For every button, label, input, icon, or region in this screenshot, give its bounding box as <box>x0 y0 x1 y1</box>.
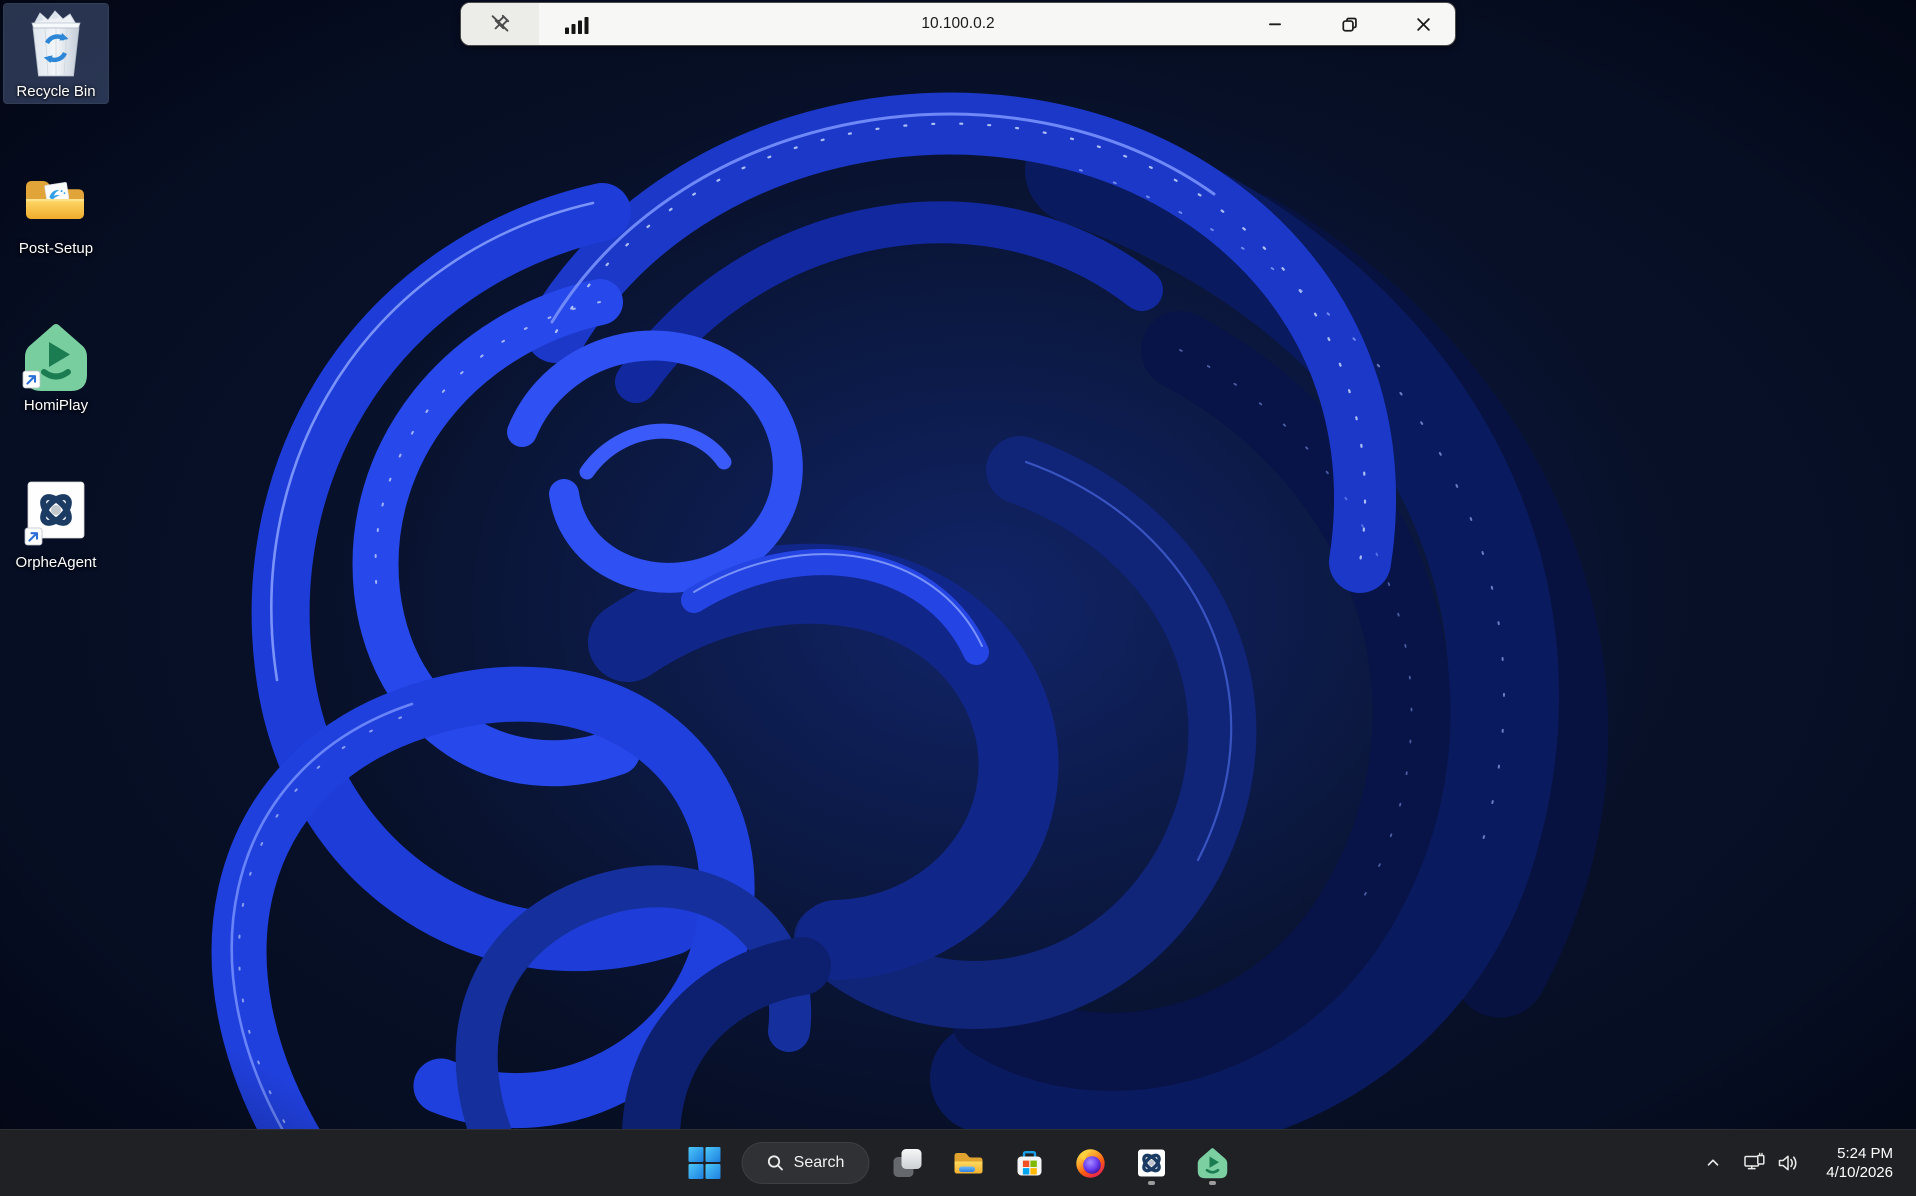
system-tray-status-button[interactable] <box>1736 1142 1807 1184</box>
orphe-agent-icon <box>1134 1146 1168 1180</box>
wallpaper-bloom-graphic <box>0 0 1916 1196</box>
task-view-button[interactable] <box>884 1140 931 1187</box>
pin-slash-icon <box>488 12 512 36</box>
desktop-icon-orpheagent[interactable]: OrpheAgent <box>4 475 108 574</box>
clock-tray-button[interactable]: 5:24 PM 4/10/2026 <box>1813 1142 1906 1184</box>
start-button[interactable] <box>681 1140 728 1187</box>
tray-time: 5:24 PM <box>1826 1144 1893 1164</box>
minimize-button[interactable] <box>1253 9 1297 39</box>
volume-icon <box>1776 1151 1800 1175</box>
signal-bars-icon <box>563 14 591 34</box>
folder-icon <box>4 163 108 239</box>
shortcut-arrow-badge <box>25 528 42 545</box>
restore-button[interactable] <box>1327 9 1371 39</box>
pin-connection-bar-button[interactable] <box>461 3 539 45</box>
desktop-icon-label: HomiPlay <box>4 397 108 414</box>
search-label: Search <box>794 1154 845 1172</box>
file-explorer-icon <box>951 1146 985 1180</box>
homiplay-icon <box>4 320 108 396</box>
close-button[interactable] <box>1401 9 1445 39</box>
chevron-up-icon <box>1703 1153 1723 1173</box>
task-view-icon <box>890 1146 924 1180</box>
file-explorer-button[interactable] <box>945 1140 992 1187</box>
restore-icon <box>1342 17 1357 32</box>
running-indicator <box>1209 1181 1216 1184</box>
microsoft-store-button[interactable] <box>1006 1140 1053 1187</box>
search-box[interactable]: Search <box>742 1142 870 1184</box>
firefox-button[interactable] <box>1067 1140 1114 1187</box>
recycle-bin-icon <box>4 6 108 82</box>
firefox-icon <box>1073 1146 1107 1180</box>
orphe-agent-taskbar-button[interactable] <box>1128 1140 1175 1187</box>
search-icon <box>767 1154 785 1172</box>
microsoft-store-icon <box>1012 1146 1046 1180</box>
windows-logo-icon <box>687 1146 721 1180</box>
network-ethernet-icon <box>1743 1151 1767 1175</box>
connection-quality-indicator <box>563 3 591 45</box>
shortcut-arrow-badge <box>23 371 40 388</box>
minimize-icon <box>1268 17 1282 31</box>
desktop-icon-label: Recycle Bin <box>4 83 108 100</box>
desktop-icon-recycle-bin[interactable]: Recycle Bin <box>4 4 108 103</box>
desktop-icon-label: OrpheAgent <box>4 554 108 571</box>
taskbar: Search <box>0 1129 1916 1196</box>
rdp-connection-bar[interactable]: 10.100.0.2 <box>460 2 1456 46</box>
desktop-icon-label: Post-Setup <box>4 240 108 257</box>
homiplay-taskbar-button[interactable] <box>1189 1140 1236 1187</box>
desktop-icon-homiplay[interactable]: HomiPlay <box>4 318 108 417</box>
remote-desktop-screen: Recycle Bin Post-Setup <box>0 0 1916 1196</box>
tray-date: 4/10/2026 <box>1826 1163 1893 1183</box>
desktop-icon-post-setup[interactable]: Post-Setup <box>4 161 108 260</box>
running-indicator <box>1148 1181 1155 1184</box>
homiplay-icon <box>1195 1146 1229 1180</box>
close-icon <box>1416 17 1431 32</box>
show-hidden-icons-button[interactable] <box>1696 1142 1730 1184</box>
orphe-agent-icon <box>4 477 108 553</box>
